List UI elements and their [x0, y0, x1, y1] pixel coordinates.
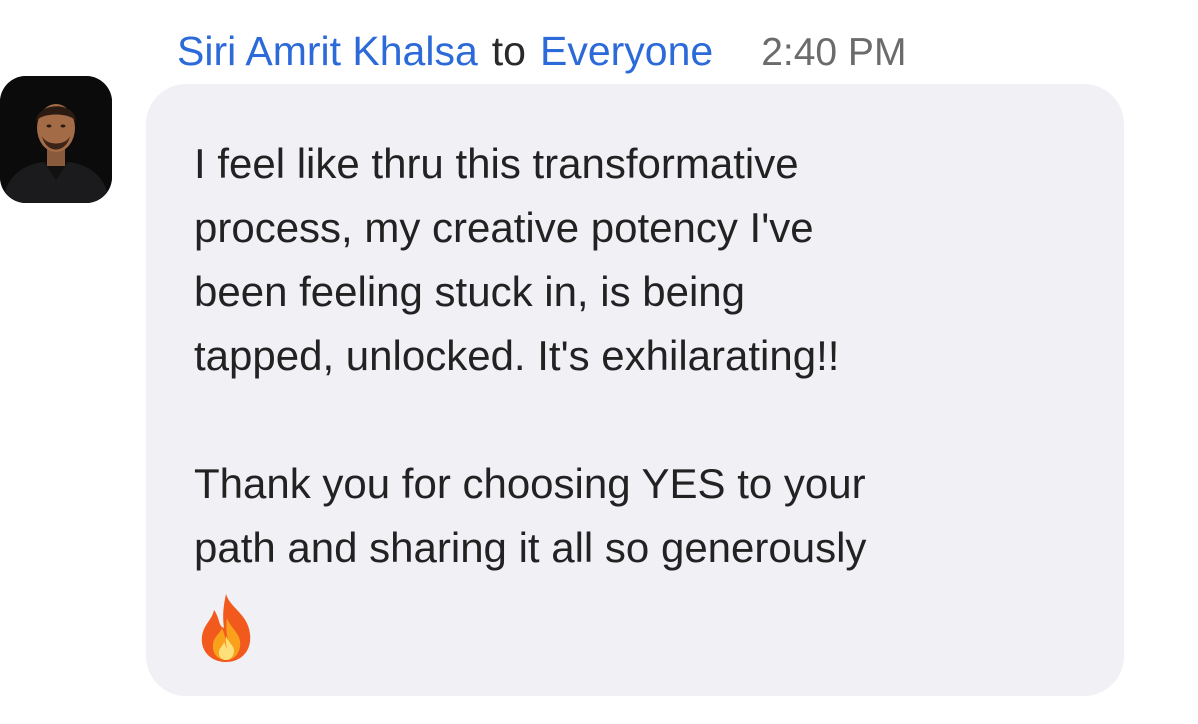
message-paragraph: I feel like thru this transformative pro…	[194, 132, 1084, 388]
to-label: to	[491, 28, 526, 74]
avatar[interactable]	[0, 76, 112, 203]
message-paragraph: Thank you for choosing YES to your path …	[194, 452, 1084, 580]
message-line: process, my creative potency I've	[194, 204, 814, 251]
message-bubble[interactable]: I feel like thru this transformative pro…	[146, 84, 1124, 696]
message-line: been feeling stuck in, is being	[194, 268, 746, 315]
message-line: tapped, unlocked. It's exhilarating!!	[194, 332, 840, 379]
message-line: I feel like thru this transformative	[194, 140, 799, 187]
chat-message: Siri Amrit Khalsa to Everyone 2:40 PM I …	[0, 0, 1198, 724]
sender-name[interactable]: Siri Amrit Khalsa	[177, 28, 478, 75]
recipient-name[interactable]: Everyone	[540, 28, 713, 75]
fire-icon	[194, 592, 258, 664]
avatar-photo	[0, 76, 112, 203]
timestamp: 2:40 PM	[761, 31, 907, 74]
message-line: path and sharing it all so generously	[194, 524, 867, 571]
message-header: Siri Amrit Khalsa to Everyone 2:40 PM	[177, 28, 906, 76]
message-line: Thank you for choosing YES to your	[194, 460, 866, 507]
